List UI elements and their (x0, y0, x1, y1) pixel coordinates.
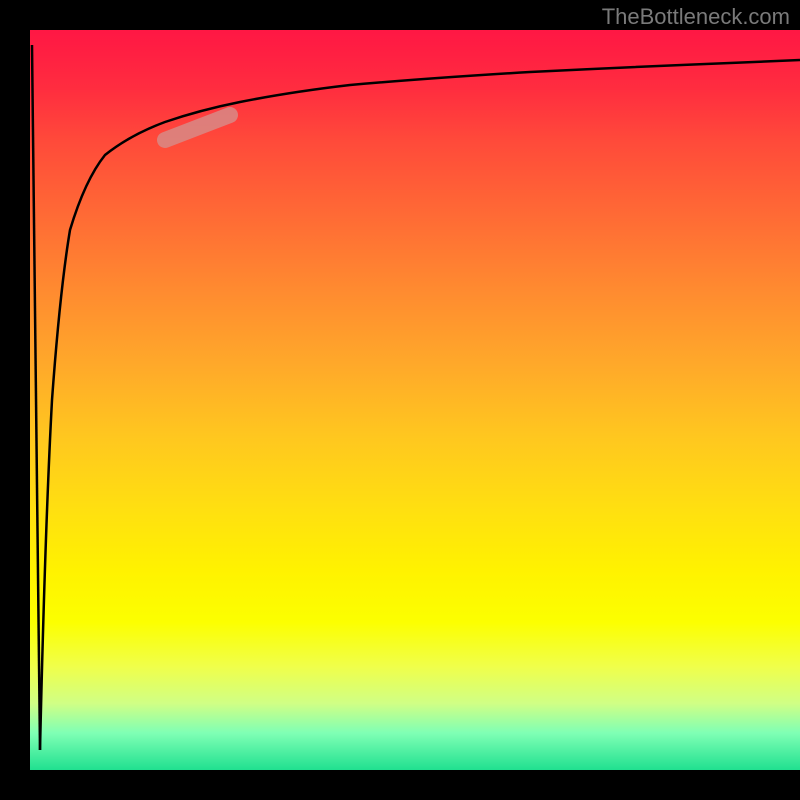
curve-main (40, 60, 800, 750)
chart-svg (30, 30, 800, 770)
curve-initial-drop (32, 45, 40, 750)
watermark-text: TheBottleneck.com (602, 4, 790, 30)
plot-area (30, 30, 800, 770)
